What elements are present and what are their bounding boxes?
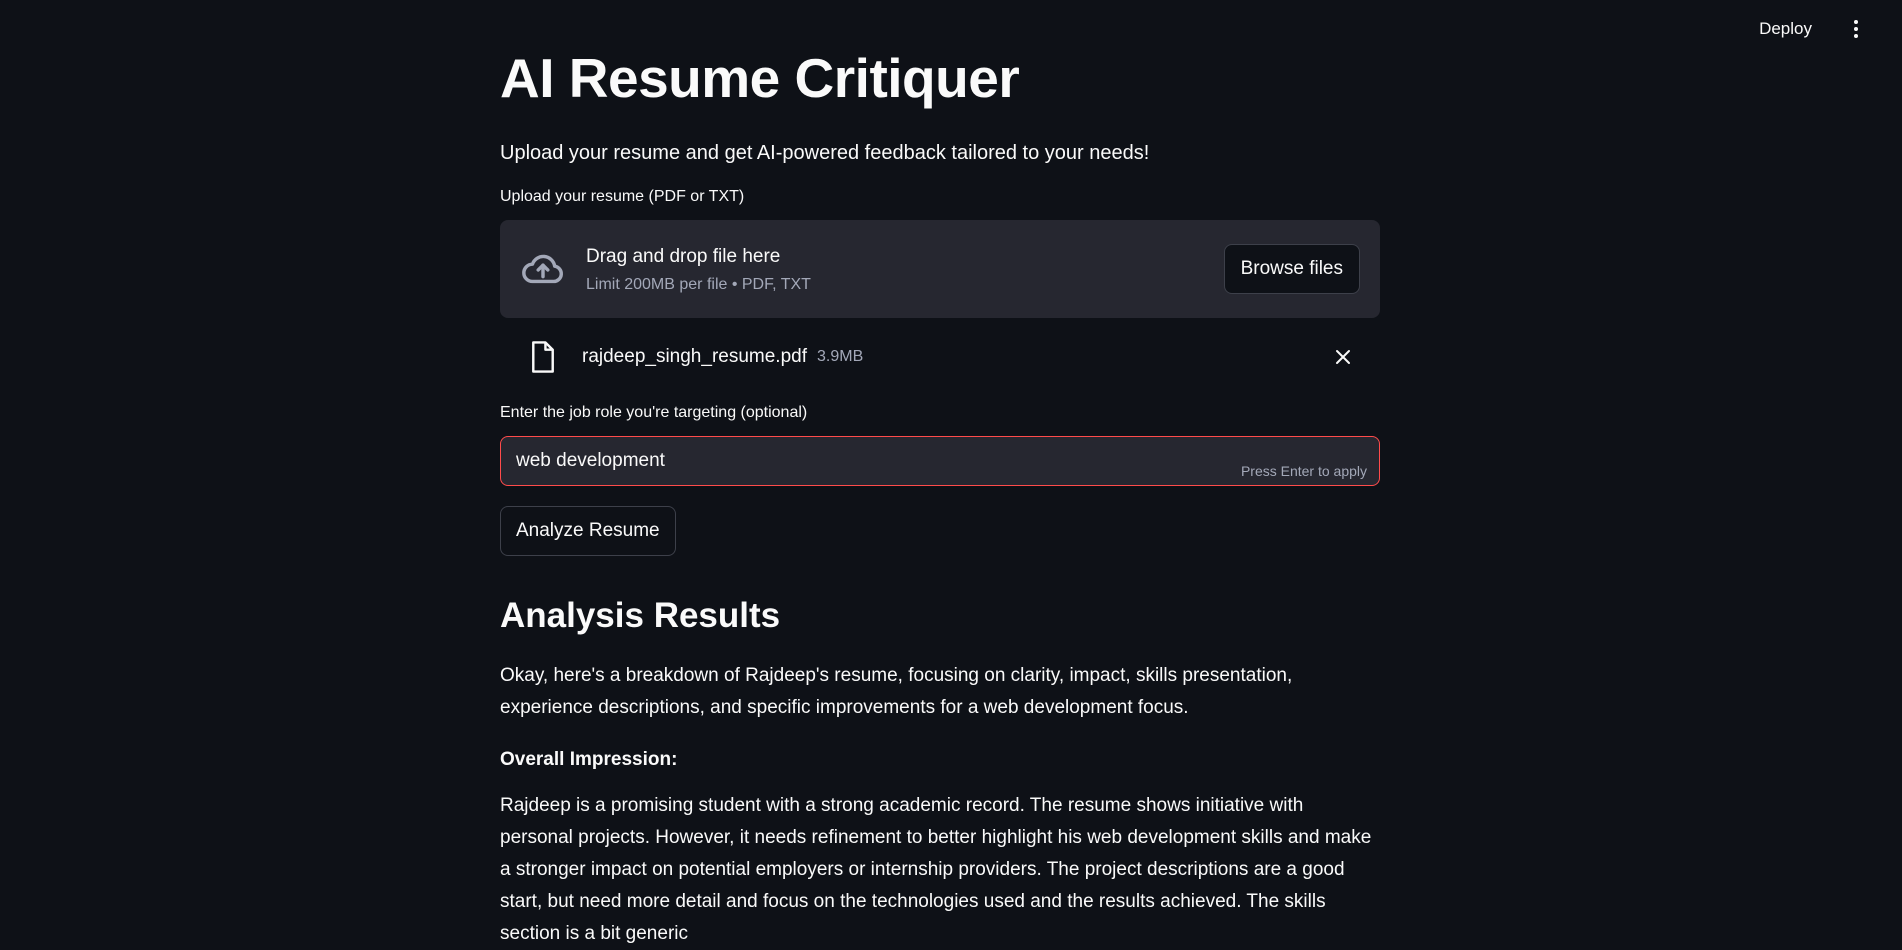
- analyze-resume-button[interactable]: Analyze Resume: [500, 506, 676, 556]
- file-size: 3.9MB: [817, 348, 864, 365]
- file-dropzone[interactable]: Drag and drop file here Limit 200MB per …: [500, 220, 1380, 318]
- job-role-label: Enter the job role you're targeting (opt…: [500, 404, 808, 421]
- dropzone-title: Drag and drop file here: [586, 246, 781, 267]
- remove-file-close-icon[interactable]: [1326, 340, 1360, 374]
- overall-impression-text: Rajdeep is a promising student with a st…: [500, 795, 1372, 944]
- results-intro: Okay, here's a breakdown of Rajdeep's re…: [500, 665, 1293, 718]
- page-title: AI Resume Critiquer: [500, 47, 1020, 109]
- dropzone-text: Drag and drop file here Limit 200MB per …: [586, 244, 1224, 294]
- main-content: AI Resume Critiquer Upload your resume a…: [500, 0, 1380, 950]
- file-icon: [532, 341, 554, 373]
- page-subtitle: Upload your resume and get AI-powered fe…: [500, 142, 1150, 164]
- browse-files-button[interactable]: Browse files: [1223, 244, 1360, 294]
- file-name: rajdeep_singh_resume.pdf: [582, 346, 807, 367]
- dropzone-limit: Limit 200MB per file • PDF, TXT: [586, 276, 811, 293]
- uploader-label: Upload your resume (PDF or TXT): [500, 188, 745, 205]
- overall-impression-heading: Overall Impression:: [500, 749, 678, 770]
- results-heading: Analysis Results: [500, 596, 781, 635]
- kebab-menu-icon[interactable]: [1842, 15, 1870, 43]
- cloud-upload-icon: [522, 254, 563, 284]
- deploy-button[interactable]: Deploy: [1749, 13, 1822, 45]
- uploaded-file-row: rajdeep_singh_resume.pdf 3.9MB: [500, 318, 1380, 396]
- job-role-field: Press Enter to apply: [500, 436, 1380, 486]
- input-hint: Press Enter to apply: [1240, 463, 1367, 479]
